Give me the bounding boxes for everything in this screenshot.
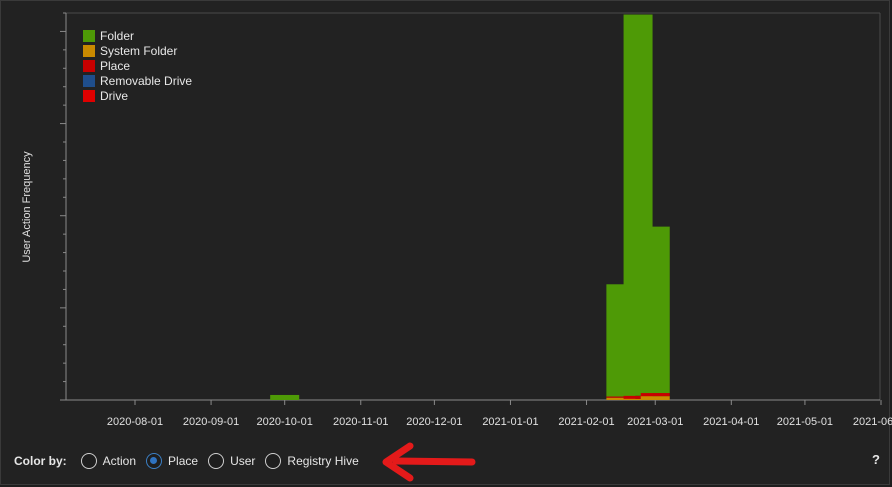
legend-swatch-system-folder <box>83 45 95 57</box>
legend-label-drive: Drive <box>100 89 128 103</box>
legend-swatch-folder <box>83 30 95 42</box>
legend-label-folder: Folder <box>100 29 134 43</box>
legend-swatch-removable-drive <box>83 75 95 87</box>
radio-user[interactable]: User <box>208 453 255 469</box>
radio-action[interactable]: Action <box>80 453 137 469</box>
bar-segment-folder <box>640 226 670 394</box>
x-tick-label: 2021-05-01 <box>777 416 833 428</box>
y-axis-label: User Action Frequency <box>21 151 33 263</box>
bar-segment-system-folder <box>640 396 670 400</box>
x-tick-label: 2020-12-01 <box>406 416 462 428</box>
help-button[interactable]: ? <box>872 452 880 467</box>
x-tick-label: 2021-01-01 <box>482 416 538 428</box>
radio-registry-hive[interactable]: Registry Hive <box>265 453 359 469</box>
x-tick-label: 2020-09-01 <box>183 416 239 428</box>
x-tick-label: 2021-04-01 <box>703 416 759 428</box>
radio-action-circle[interactable] <box>80 453 97 469</box>
radio-place-label: Place <box>168 454 199 468</box>
radio-registry-hive-label: Registry Hive <box>287 454 359 468</box>
color-by-controls: Color by: Action Place User Registry Hiv… <box>14 450 369 472</box>
x-tick-label: 2021-03-01 <box>627 416 683 428</box>
radio-place-circle[interactable] <box>146 453 163 469</box>
bar-segment-place <box>640 393 670 397</box>
radio-user-label: User <box>230 454 256 468</box>
color-by-label: Color by: <box>14 454 67 468</box>
stacked-bar-chart: 2020-08-01 2020-09-01 2020-10-01 2020-11-01… <box>21 12 892 428</box>
radio-place[interactable]: Place <box>146 453 198 469</box>
radio-user-circle[interactable] <box>208 453 225 469</box>
legend-swatch-drive <box>83 90 95 102</box>
x-tick-label: 2021-02-01 <box>558 416 614 428</box>
annotation-arrow-icon <box>382 442 476 482</box>
x-tick-label: 2021-06-01 <box>853 416 892 428</box>
legend-label-system-folder: System Folder <box>100 44 177 58</box>
radio-registry-hive-circle[interactable] <box>265 453 282 469</box>
legend-label-place: Place <box>100 59 130 73</box>
x-tick-label: 2020-08-01 <box>107 416 163 428</box>
legend-label-removable-drive: Removable Drive <box>100 74 192 88</box>
x-tick-label: 2020-11-01 <box>333 416 388 428</box>
legend-swatch-place <box>83 60 95 72</box>
radio-action-label: Action <box>102 454 137 468</box>
bar-segment-folder <box>270 394 300 400</box>
x-tick-label: 2020-10-01 <box>257 416 313 428</box>
